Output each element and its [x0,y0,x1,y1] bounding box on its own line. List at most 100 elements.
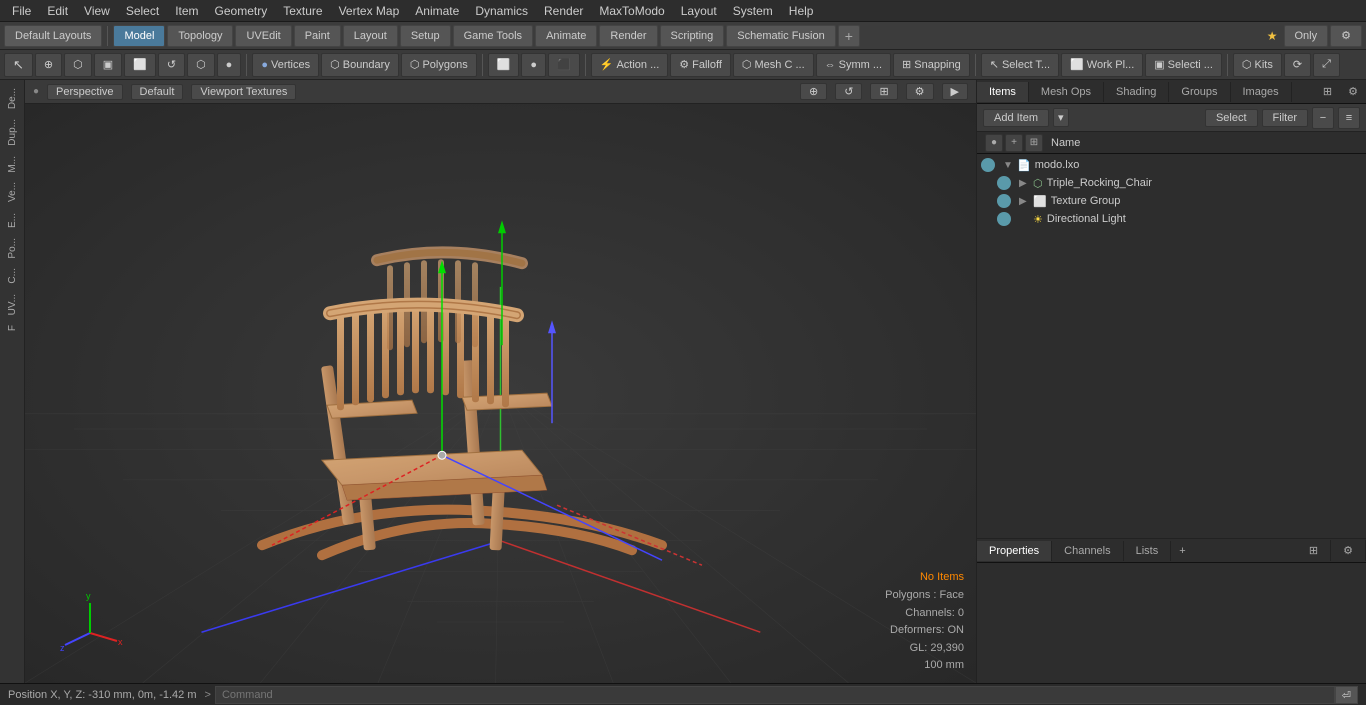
hex-btn[interactable]: ⬡ [64,53,92,77]
menu-texture[interactable]: Texture [275,2,330,20]
render-style-btn[interactable]: Default [131,84,184,100]
selecti-btn[interactable]: ▣ Selecti ... [1145,53,1222,77]
tab-game-tools[interactable]: Game Tools [453,25,534,47]
texture-mode-btn[interactable]: Viewport Textures [191,84,296,100]
vis-dot-mesh[interactable] [997,176,1011,190]
loop-btn[interactable]: ⬜ [124,53,156,77]
world-btn[interactable]: ⊕ [35,53,62,77]
tree-item-root[interactable]: ▼ 📄 modo.lxo [977,156,1366,174]
tree-item-mesh[interactable]: ▶ ⬡ Triple_Rocking_Chair [977,174,1366,192]
vp-icon3[interactable]: ⊞ [870,83,897,100]
work-plane-btn[interactable]: ⬜ Work Pl... [1061,53,1143,77]
mesh-c-btn[interactable]: ⬡ Mesh C ... [733,53,814,77]
symm-btn[interactable]: ⇔ Symm ... [816,53,891,77]
menu-item[interactable]: Item [167,2,206,20]
vertices-btn[interactable]: ● Vertices [252,53,319,77]
viewport[interactable]: ● Perspective Default Viewport Textures … [25,80,976,683]
boundary-btn[interactable]: ⬡ Boundary [321,53,399,77]
refresh-btn[interactable]: ⟳ [1284,53,1311,77]
tab-schematic-fusion[interactable]: Schematic Fusion [726,25,835,47]
menu-view[interactable]: View [76,2,118,20]
3d-scene[interactable]: z x y No Items Polygons : Face Channels:… [25,104,976,683]
menu-geometry[interactable]: Geometry [207,2,276,20]
tree-item-light[interactable]: ▶ ☀ Directional Light [977,210,1366,228]
only-button[interactable]: Only [1284,25,1329,47]
tab-uvedit[interactable]: UVEdit [235,25,291,47]
tab-images[interactable]: Images [1231,82,1292,102]
tab-animate[interactable]: Animate [535,25,597,47]
items-select-btn[interactable]: Select [1205,109,1258,127]
square-btn[interactable]: ⬜ [488,53,520,77]
sidebar-item-f[interactable]: F [5,321,20,335]
rotate-btn[interactable]: ↺ [158,53,185,77]
polygons-btn[interactable]: ⬡ Polygons [401,53,477,77]
camera-btn[interactable]: Perspective [47,84,122,100]
tab-scripting[interactable]: Scripting [660,25,725,47]
dot-btn[interactable]: ● [217,53,242,77]
sidebar-item-dup[interactable]: Dup... [5,115,20,150]
vis-dot-texgrp[interactable] [997,194,1011,208]
sidebar-item-e[interactable]: E... [5,209,20,232]
box-btn[interactable]: ▣ [94,53,122,77]
vp-icon1[interactable]: ⊕ [800,83,827,100]
vis-header-btn[interactable]: ● [985,134,1003,152]
select-mode-btn[interactable]: ↖ [4,53,33,77]
vis-dot-root[interactable] [981,158,995,172]
snapping-btn[interactable]: ⊞ Snapping [893,53,970,77]
sidebar-item-m[interactable]: M... [5,152,20,177]
tab-render[interactable]: Render [599,25,657,47]
viewport-toggle[interactable]: ● [33,86,39,97]
props-expand[interactable]: ⊞ [1297,540,1331,561]
sidebar-item-de[interactable]: De... [5,84,20,113]
tab-shading[interactable]: Shading [1104,82,1169,102]
tab-layout[interactable]: Layout [343,25,398,47]
falloff-btn[interactable]: ⚙ Falloff [670,53,731,77]
sidebar-item-po[interactable]: Po... [5,234,20,263]
expand-btn[interactable]: ⤢ [1313,53,1340,77]
command-input[interactable] [215,686,1335,704]
vp-settings[interactable]: ⚙ [906,83,934,100]
action-btn[interactable]: ⚡ Action ... [591,53,669,77]
menu-vertex-map[interactable]: Vertex Map [331,2,408,20]
tab-model[interactable]: Model [113,25,165,47]
add-tab-button[interactable]: + [838,25,860,47]
mesh-btn[interactable]: ⬡ [187,53,215,77]
scene-tree[interactable]: ▼ 📄 modo.lxo ▶ ⬡ Triple_Rocking_Chair ▶ … [977,154,1366,538]
items-settings-btn[interactable]: ≡ [1338,107,1360,129]
tree-item-texgrp[interactable]: ▶ ⬜ Texture Group [977,192,1366,210]
tab-properties[interactable]: Properties [977,541,1052,561]
filter-header-btn[interactable]: ⊞ [1025,134,1043,152]
items-filter-btn[interactable]: Filter [1262,109,1308,127]
layouts-dropdown[interactable]: Default Layouts [4,25,102,47]
viewport-canvas[interactable]: z x y No Items Polygons : Face Channels:… [25,104,976,683]
menu-layout[interactable]: Layout [673,2,725,20]
tab-mesh-ops[interactable]: Mesh Ops [1029,82,1104,102]
menu-select[interactable]: Select [118,2,167,20]
kits-btn[interactable]: ⬡ Kits [1233,53,1282,77]
menu-help[interactable]: Help [781,2,822,20]
sidebar-item-ve[interactable]: Ve... [5,178,20,206]
arrow-mesh[interactable]: ▶ [1019,178,1029,189]
menu-edit[interactable]: Edit [39,2,76,20]
add-header-btn[interactable]: + [1005,134,1023,152]
tab-channels[interactable]: Channels [1052,541,1123,561]
vp-icon2[interactable]: ↺ [835,83,862,100]
tab-setup[interactable]: Setup [400,25,451,47]
vis-dot-light[interactable] [997,212,1011,226]
props-add-tab[interactable]: + [1171,541,1193,561]
tab-topology[interactable]: Topology [167,25,233,47]
tab-paint[interactable]: Paint [294,25,341,47]
menu-system[interactable]: System [725,2,781,20]
tab-lock-btn[interactable]: ⚙ [1340,81,1366,102]
menu-dynamics[interactable]: Dynamics [467,2,536,20]
select-t-btn[interactable]: ↖ Select T... [981,53,1059,77]
items-minus-btn[interactable]: − [1312,107,1334,129]
vp-play[interactable]: ▶ [942,83,968,100]
sidebar-item-uv[interactable]: UV... [5,290,20,319]
arrow-texgrp[interactable]: ▶ [1019,196,1029,207]
circle-btn[interactable]: ● [521,53,546,77]
add-item-dropdown[interactable]: ▾ [1053,108,1069,127]
menu-render[interactable]: Render [536,2,591,20]
menu-animate[interactable]: Animate [407,2,467,20]
sidebar-item-c[interactable]: C... [5,264,20,288]
